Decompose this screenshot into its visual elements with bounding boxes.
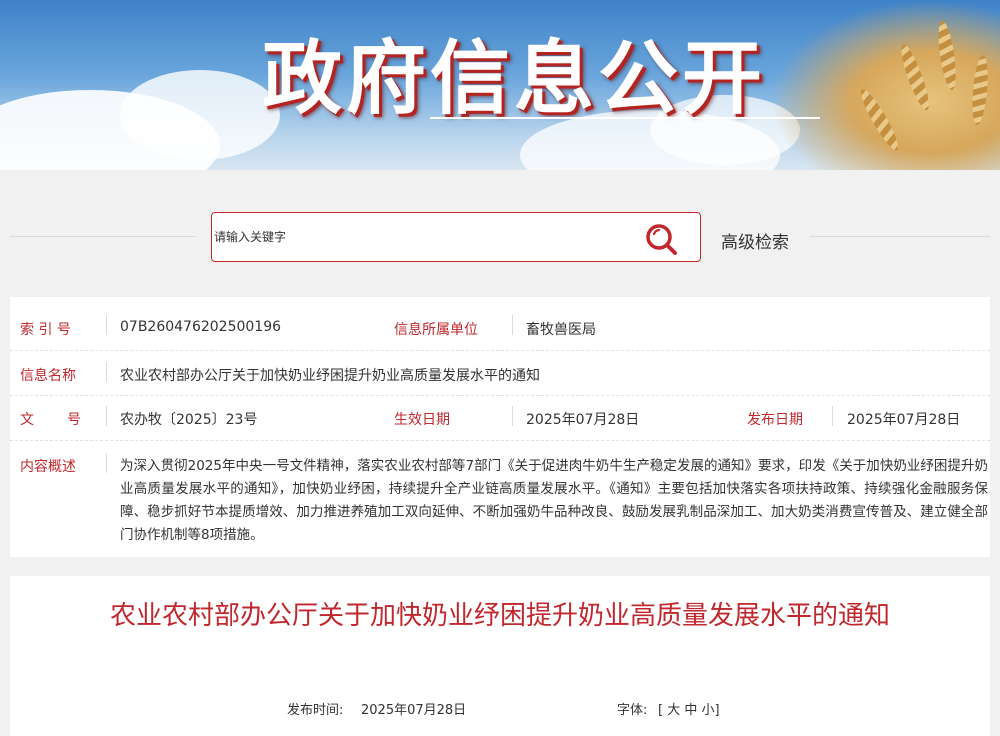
divider-line [10,236,195,237]
wheat-decoration [770,0,1000,170]
search-box [211,212,701,262]
advanced-search-link[interactable]: 高级检索 [721,228,789,253]
summary-text: 为深入贯彻2025年中央一号文件精神，落实农业农村部等7部门《关于促进肉牛奶牛生… [120,458,988,543]
docno-value: 农办牧〔2025〕23号 [120,412,258,428]
separator [106,453,107,473]
article-panel: 农业农村部办公厅关于加快奶业纾困提升奶业高质量发展水平的通知 发布时间: 202… [10,576,990,736]
docno-label-2: 号 [67,412,81,428]
separator [106,362,107,382]
info-row-docno: 文 号 农办牧〔2025〕23号 生效日期 2025年07月28日 发布日期 2… [10,395,990,441]
font-size-small-button[interactable]: 小 [702,703,715,718]
pub-date-value: 2025年07月28日 [361,703,467,718]
name-value: 农业农村部办公厅关于加快奶业纾困提升奶业高质量发展水平的通知 [120,368,540,384]
separator [106,315,107,335]
org-value: 畜牧兽医局 [526,322,596,338]
separator [106,406,107,426]
font-size-large-button[interactable]: 大 [667,703,680,718]
search-input[interactable] [212,213,634,261]
separator [832,406,833,426]
divider-line [810,236,990,237]
banner-title: 政府信息公开 [262,32,766,125]
font-bracket-close: ] [714,703,720,718]
cloud-decoration [120,70,280,160]
header-banner: 政府信息公开 [0,0,1000,170]
publish-date-value: 2025年07月28日 [847,412,961,428]
font-size-label: 字体: [617,703,648,718]
publish-date-label: 发布日期 [747,412,803,428]
org-label: 信息所属单位 [394,322,478,338]
summary-label: 内容概述 [20,459,76,475]
info-row-index: 索 引 号 07B260476202500196 信息所属单位 畜牧兽医局 [10,297,990,351]
effective-date-value: 2025年07月28日 [526,412,640,428]
effective-date-label: 生效日期 [394,412,450,428]
separator [512,315,513,335]
info-card: 索 引 号 07B260476202500196 信息所属单位 畜牧兽医局 信息… [10,297,990,557]
docno-label-1: 文 [20,412,34,428]
index-value: 07B260476202500196 [120,319,282,335]
font-size-controls: [ 大 中 小] [658,699,720,718]
separator [512,406,513,426]
article-title: 农业农村部办公厅关于加快奶业纾困提升奶业高质量发展水平的通知 [109,601,890,631]
name-label: 信息名称 [20,368,76,384]
index-label: 索 引 号 [20,322,71,338]
info-row-name: 信息名称 农业农村部办公厅关于加快奶业纾困提升奶业高质量发展水平的通知 [10,350,990,396]
font-bracket-open: [ [658,703,664,718]
pub-date-label: 发布时间: [287,703,344,718]
banner-underline [430,117,820,119]
font-size-medium-button[interactable]: 中 [684,703,697,718]
search-icon[interactable] [644,222,678,256]
